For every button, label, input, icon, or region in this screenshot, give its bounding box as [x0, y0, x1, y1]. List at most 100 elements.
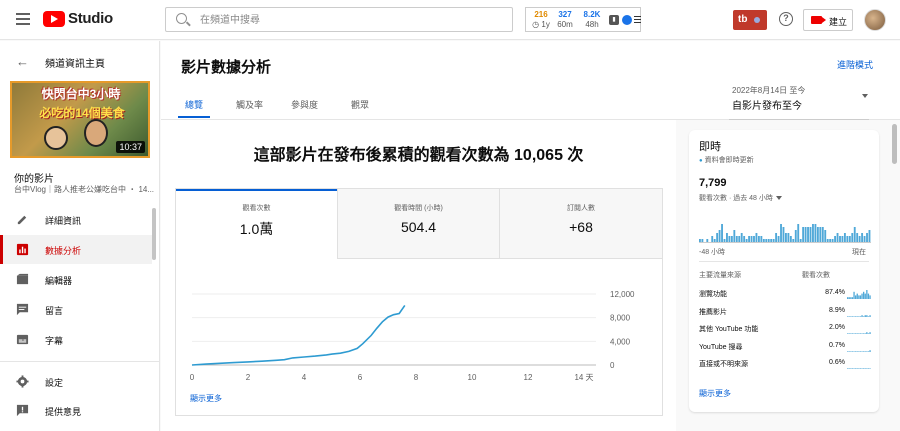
main-content: 影片數據分析 進階模式 總覽 觸及率 參與度 觀眾 2022年8月14日 至今 …	[161, 41, 900, 431]
back-arrow-icon[interactable]: ←	[16, 54, 29, 69]
sparkline-bar	[858, 333, 860, 334]
sidebar-item-settings[interactable]: 設定	[0, 367, 152, 396]
sidebar-item-analytics[interactable]: 數據分析	[0, 235, 152, 264]
traffic-source-percent: 0.7%	[829, 341, 845, 349]
sparkline-bar	[858, 315, 860, 317]
sparkline-bar	[869, 349, 871, 352]
show-more-link[interactable]: 顯示更多	[190, 393, 222, 404]
traffic-source-row[interactable]: 其他 YouTube 功能 2.0%	[699, 322, 871, 338]
sparkline-bar	[864, 314, 866, 317]
metric-subscribers[interactable]: 訂閱人數 +68	[500, 189, 662, 259]
realtime-subtitle: 資料會即時更新	[699, 155, 754, 165]
metric-views[interactable]: 觀看次數 1.0萬	[176, 189, 338, 259]
realtime-bar	[775, 233, 778, 242]
traffic-source-sparkline	[847, 314, 871, 317]
stats-widget[interactable]: 216 ◷ 1y 327 60m 8.2K 48h ▮	[525, 7, 641, 32]
realtime-bar	[772, 239, 775, 242]
search-icon	[176, 13, 187, 24]
channel-dashboard-link[interactable]: 頻道資訊主頁	[45, 55, 105, 70]
traffic-source-row[interactable]: 瀏覽功能 87.4%	[699, 287, 871, 303]
realtime-bar	[757, 236, 760, 242]
realtime-bar	[762, 239, 765, 242]
traffic-source-row[interactable]: 直接或不明來源 0.6%	[699, 357, 871, 373]
traffic-source-percent: 87.4%	[825, 289, 845, 296]
status-dot-icon	[754, 17, 760, 23]
realtime-bar-chart[interactable]	[699, 210, 871, 244]
chevron-down-icon[interactable]	[862, 94, 868, 98]
menu-icon[interactable]	[16, 13, 30, 25]
analytics-icon	[16, 243, 29, 256]
realtime-show-more-link[interactable]: 顯示更多	[699, 388, 731, 399]
views-series-line	[191, 304, 406, 366]
sparkline-bar	[850, 350, 852, 352]
views-line-chart[interactable]: 0 4,000 8,000 12,000 0 2 4 6 8 10 12 14 天	[176, 264, 662, 394]
realtime-bar	[701, 239, 704, 242]
sparkline-bar	[850, 333, 852, 334]
sparkline-bar	[867, 293, 870, 299]
sparkline-bar	[866, 314, 868, 317]
studio-logo[interactable]: Studio	[43, 10, 113, 27]
tab-overview[interactable]: 總覽	[185, 98, 203, 111]
date-range-start: 2022年8月14日 至今	[732, 86, 806, 95]
sparkline-bar	[847, 315, 849, 317]
tab-reach[interactable]: 觸及率	[236, 98, 263, 111]
realtime-bar	[812, 224, 814, 242]
sparkline-bar	[853, 315, 855, 317]
realtime-axis-start: -48 小時	[699, 249, 726, 256]
realtime-bar	[738, 236, 741, 242]
sparkline-bar	[858, 368, 860, 369]
avatar[interactable]	[864, 9, 886, 31]
sparkline-bar	[847, 350, 849, 352]
x-tick-label: 4	[302, 373, 307, 382]
realtime-bar	[716, 233, 719, 242]
search-box[interactable]	[165, 7, 513, 32]
realtime-bar	[848, 236, 851, 242]
sparkline-bar	[855, 315, 857, 317]
realtime-bar	[748, 236, 750, 242]
traffic-source-row[interactable]: 推薦影片 8.9%	[699, 305, 871, 321]
realtime-bar	[846, 236, 849, 242]
tubebuddy-button[interactable]: tb	[733, 10, 767, 30]
play-badge-icon[interactable]	[622, 15, 632, 25]
sidebar-item-subtitles[interactable]: 字幕	[0, 325, 152, 354]
sparkline-bar	[856, 315, 858, 317]
realtime-axis-end: 現在	[852, 249, 866, 256]
realtime-count-dropdown[interactable]: 觀看次數 · 過去 48 小時	[699, 193, 782, 203]
realtime-bar	[834, 236, 836, 242]
realtime-bar	[713, 239, 716, 242]
realtime-bar	[858, 236, 861, 242]
subtitles-icon	[16, 334, 29, 345]
create-button[interactable]: 建立	[803, 9, 853, 31]
chart-badge-icon[interactable]: ▮	[609, 15, 619, 25]
widget-menu-icon[interactable]	[634, 16, 641, 25]
realtime-bar	[861, 233, 864, 242]
sidebar-item-details[interactable]: 詳細資訊	[0, 205, 152, 234]
realtime-bar	[765, 239, 768, 242]
page-scrollbar[interactable]	[892, 124, 897, 164]
sparkline-bar	[861, 333, 863, 334]
video-thumbnail[interactable]: 快閃台中3小時 必吃的14個美食 10:37	[10, 81, 150, 158]
sparkline-bar	[863, 291, 865, 299]
realtime-bar	[824, 230, 827, 242]
tab-audience[interactable]: 觀眾	[351, 98, 369, 111]
sparkline-bar	[861, 293, 863, 299]
sidebar-item-editor[interactable]: 編輯器	[0, 265, 152, 294]
realtime-card: 即時 資料會即時更新 7,799 觀看次數 · 過去 48 小時 -48 小時 …	[689, 130, 879, 412]
sidebar-item-feedback[interactable]: 提供意見	[0, 396, 152, 425]
video-camera-icon	[811, 16, 826, 24]
sidebar-item-comments[interactable]: 留言	[0, 295, 152, 324]
realtime-bar	[718, 230, 721, 242]
tab-engagement[interactable]: 參與度	[291, 98, 318, 111]
advanced-mode-link[interactable]: 進階模式	[837, 58, 873, 71]
views-header: 觀看次數	[802, 272, 830, 279]
realtime-bar	[726, 233, 728, 242]
search-input[interactable]	[200, 11, 500, 29]
pencil-icon	[17, 215, 27, 225]
sparkline-bar	[851, 315, 854, 317]
sidebar-scrollbar[interactable]	[152, 208, 156, 260]
metric-watch-time[interactable]: 觀看時間 (小時) 504.4	[338, 189, 500, 259]
realtime-bar	[799, 239, 802, 242]
realtime-bar	[735, 236, 738, 242]
traffic-source-row[interactable]: YouTube 搜尋 0.7%	[699, 340, 871, 356]
help-icon[interactable]: ?	[779, 12, 793, 26]
